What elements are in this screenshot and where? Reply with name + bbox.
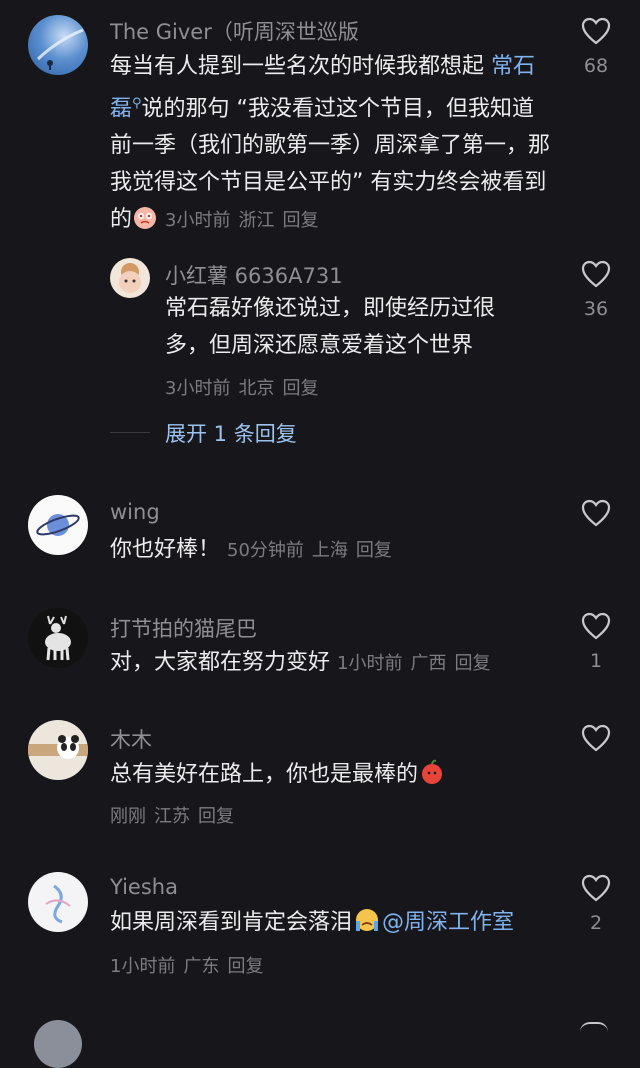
apple-face-emoji — [418, 759, 446, 797]
heart-icon[interactable] — [580, 1022, 608, 1032]
avatar[interactable] — [110, 258, 150, 298]
comment-meta: 3小时前 浙江 回复 — [165, 210, 326, 231]
avatar[interactable] — [28, 872, 88, 932]
comment-item: wing 你也好棒！ 50分钟前 上海 回复 — [0, 485, 640, 585]
reply-button[interactable]: 回复 — [282, 210, 318, 231]
comment-author[interactable]: 打节拍的猫尾巴 — [110, 613, 257, 643]
comment-location: 广东 — [183, 956, 220, 977]
divider — [110, 432, 150, 433]
like-count: 68 — [583, 55, 609, 77]
comment-text-content: 如果周深看到肯定会落泪 — [110, 910, 353, 935]
heart-icon[interactable] — [581, 260, 611, 288]
avatar[interactable] — [28, 720, 88, 780]
mention-link[interactable]: @周深工作室 — [382, 910, 514, 935]
comment-time: 刚刚 — [110, 806, 146, 827]
comment-meta: 1小时前 广东 回复 — [110, 952, 271, 978]
reply-button[interactable]: 回复 — [227, 956, 263, 977]
heart-icon[interactable] — [581, 499, 611, 527]
comment-item: 木木 总有美好在路上，你也是最棒的 刚刚 江苏 回复 — [0, 710, 640, 850]
comment-location: 上海 — [311, 540, 348, 561]
comment-meta: 3小时前 北京 回复 — [165, 374, 326, 400]
comment-text: 对，大家都在努力变好 1小时前 广西 回复 — [110, 644, 550, 682]
crying-emoji — [352, 907, 382, 945]
like-count: 36 — [583, 298, 609, 320]
comment-text: 每当有人提到一些名次的时候我都想起 常石磊⚲说的那句 “我没看过这个节目，但我知… — [110, 48, 550, 242]
comment-location: 浙江 — [238, 210, 275, 232]
comment-author[interactable]: The Giver（听周深世巡版 — [110, 16, 359, 46]
reply-button[interactable]: 回复 — [198, 806, 234, 827]
reply-button[interactable]: 回复 — [454, 653, 490, 674]
comment-item: The Giver（听周深世巡版 每当有人提到一些名次的时候我都想起 常石磊⚲说… — [0, 0, 640, 250]
search-icon[interactable]: ⚲ — [132, 96, 142, 111]
comment-meta: 1小时前 广西 回复 — [337, 653, 498, 674]
heart-icon[interactable] — [581, 724, 611, 752]
comment-text-content: 对，大家都在努力变好 — [110, 650, 331, 675]
comment-author[interactable]: 小红薯 6636A731 — [165, 260, 343, 290]
like-button[interactable]: 68 — [576, 17, 616, 77]
heart-icon[interactable] — [581, 874, 611, 902]
reply-button[interactable]: 回复 — [356, 540, 392, 561]
avatar[interactable] — [34, 1020, 82, 1068]
like-button[interactable]: 1 — [576, 612, 616, 672]
comment-location: 北京 — [238, 378, 275, 399]
comment-text: 总有美好在路上，你也是最棒的 — [110, 756, 550, 797]
like-button[interactable] — [576, 724, 616, 752]
comment-time: 50分钟前 — [227, 540, 304, 561]
comment-text-content: 总有美好在路上，你也是最棒的 — [110, 762, 419, 787]
comment-location: 江苏 — [154, 806, 190, 827]
comment-item: 打节拍的猫尾巴 对，大家都在努力变好 1小时前 广西 回复 1 — [0, 598, 640, 698]
avatar[interactable] — [28, 608, 88, 668]
heart-icon[interactable] — [581, 612, 611, 640]
comment-time: 1小时前 — [337, 653, 403, 674]
like-count: 2 — [589, 912, 603, 934]
comment-author[interactable]: wing — [110, 500, 160, 524]
comment-author[interactable]: Yiesha — [110, 875, 178, 899]
avatar[interactable] — [28, 495, 88, 555]
comment-text: 如果周深看到肯定会落泪 @周深工作室 — [110, 904, 560, 945]
expand-replies-button[interactable]: 展开 1 条回复 — [165, 418, 297, 448]
heart-icon[interactable] — [581, 17, 611, 45]
comment-text-part: 每当有人提到一些名次的时候我都想起 — [110, 54, 491, 79]
comment-time: 3小时前 — [165, 210, 231, 232]
comment-text: 你也好棒！ 50分钟前 上海 回复 — [110, 531, 550, 569]
avatar[interactable] — [28, 15, 88, 75]
comment-author[interactable]: 木木 — [110, 724, 152, 754]
comment-time: 3小时前 — [165, 378, 231, 399]
like-button[interactable]: 36 — [576, 260, 616, 320]
like-button[interactable] — [576, 499, 616, 527]
like-button[interactable]: 2 — [576, 874, 616, 934]
comment-meta: 刚刚 江苏 回复 — [110, 802, 242, 828]
comment-time: 1小时前 — [110, 956, 176, 977]
comment-location: 广西 — [410, 653, 447, 674]
crying-face-emoji — [132, 204, 158, 242]
comment-text-content: 你也好棒！ — [110, 537, 221, 562]
like-count: 1 — [589, 650, 603, 672]
reply-button[interactable]: 回复 — [282, 378, 318, 399]
comment-meta: 50分钟前 上海 回复 — [227, 540, 400, 561]
reply-item: 小红薯 6636A731 常石磊好像还说过，即使经历过很多，但周深还愿意爱着这个… — [0, 250, 640, 455]
comment-item: Yiesha 如果周深看到肯定会落泪 @周深工作室 1小时前 广东 回复 2 — [0, 862, 640, 1002]
comment-text: 常石磊好像还说过，即使经历过很多，但周深还愿意爱着这个世界 — [165, 296, 496, 358]
